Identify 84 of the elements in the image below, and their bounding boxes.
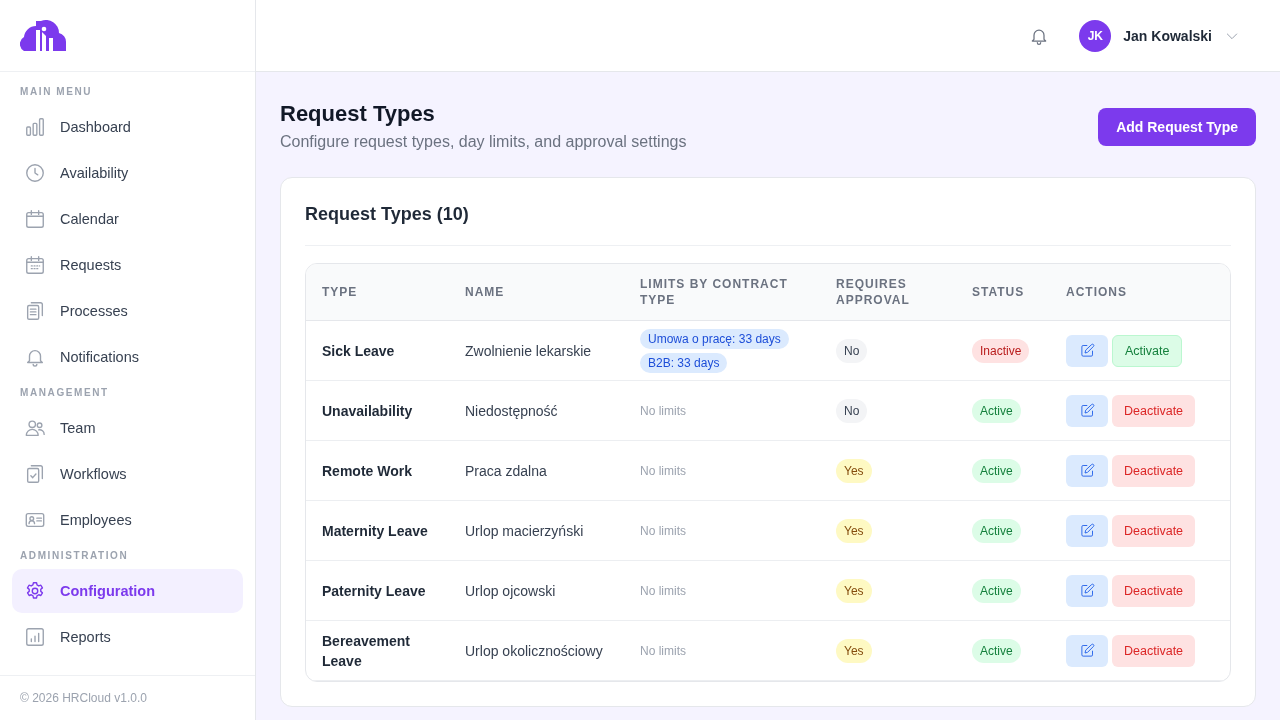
name-cell: Urlop okolicznościowy: [465, 642, 603, 659]
edit-button[interactable]: [1066, 634, 1108, 667]
approval-badge: No: [836, 338, 868, 363]
user-avatar[interactable]: JK: [1079, 19, 1112, 52]
sidebar-item[interactable]: Reports: [12, 615, 243, 659]
section-heading: MAIN MENU: [19, 85, 94, 99]
clock-icon: [24, 162, 46, 184]
gear-icon: [24, 580, 46, 602]
sidebar-item[interactable]: Calendar: [12, 197, 243, 241]
deactivate-button[interactable]: Deactivate: [1112, 574, 1196, 607]
name-cell: Praca zdalna: [465, 462, 547, 479]
page-title: Request Types: [280, 100, 436, 128]
type-cell: Paternity Leave: [322, 582, 426, 599]
sidebar-item[interactable]: Workflows: [12, 452, 243, 496]
name-cell: Urlop macierzyński: [465, 522, 584, 539]
approval-badge: Yes: [836, 638, 872, 663]
name-cell: Niedostępność: [465, 402, 558, 419]
column-header: TYPE: [321, 284, 359, 300]
sidebar-item[interactable]: Requests: [12, 243, 243, 287]
column-header: NAME: [464, 284, 506, 300]
pencil-icon: [1079, 343, 1095, 358]
sidebar-item[interactable]: Team: [12, 406, 243, 450]
type-cell: Maternity Leave: [322, 522, 428, 539]
column-header: STATUS: [971, 284, 1026, 300]
pencil-icon: [1079, 643, 1095, 658]
limit-tag: Umowa o pracę: 33 days: [640, 328, 789, 349]
chart-icon: [24, 626, 46, 648]
column-header: REQUIRES APPROVAL: [835, 276, 911, 308]
sidebar-item[interactable]: Employees: [12, 498, 243, 542]
clipboard-check-icon: [24, 463, 46, 485]
status-badge: Inactive: [972, 338, 1030, 363]
status-badge: Active: [972, 458, 1021, 483]
documents-icon: [24, 300, 46, 322]
limit-tag: B2B: 33 days: [640, 352, 728, 373]
calendar-icon: [24, 208, 46, 230]
pencil-icon: [1079, 583, 1095, 598]
status-badge: Active: [972, 518, 1021, 543]
section-heading: MANAGEMENT: [19, 386, 110, 400]
sidebar-item[interactable]: Processes: [12, 289, 243, 333]
type-cell: Unavailability: [322, 402, 413, 419]
sidebar-item[interactable]: Dashboard: [12, 105, 243, 149]
column-header: LIMITS BY CONTRACT TYPE: [639, 276, 789, 308]
sidebar-item[interactable]: Configuration: [12, 569, 243, 613]
edit-button[interactable]: [1066, 454, 1108, 487]
approval-badge: Yes: [836, 458, 872, 483]
no-limits-text: No limits: [640, 584, 686, 598]
edit-button[interactable]: [1066, 334, 1108, 367]
pencil-icon: [1079, 403, 1095, 418]
deactivate-button[interactable]: Deactivate: [1112, 634, 1196, 667]
bar-chart-icon: [24, 116, 46, 138]
pencil-icon: [1079, 463, 1095, 478]
no-limits-text: No limits: [640, 524, 686, 538]
status-badge: Active: [972, 398, 1021, 423]
user-name[interactable]: Jan Kowalski: [1123, 27, 1212, 44]
edit-button[interactable]: [1066, 394, 1108, 427]
no-limits-text: No limits: [640, 464, 686, 478]
type-cell: Bereavement Leave: [322, 632, 410, 669]
deactivate-button[interactable]: Deactivate: [1112, 454, 1196, 487]
sidebar-item[interactable]: Availability: [12, 151, 243, 195]
deactivate-button[interactable]: Deactivate: [1112, 394, 1196, 427]
activate-button[interactable]: Activate: [1112, 334, 1183, 367]
page-subtitle: Configure request types, day limits, and approval settings: [280, 133, 687, 151]
approval-badge: No: [836, 398, 868, 423]
card-title: Request Types (10): [305, 178, 1231, 246]
sidebar-item[interactable]: Notifications: [12, 335, 243, 379]
deactivate-button[interactable]: Deactivate: [1112, 514, 1196, 547]
status-badge: Active: [972, 578, 1021, 603]
type-cell: Remote Work: [322, 462, 412, 479]
calendar-grid-icon: [24, 254, 46, 276]
edit-button[interactable]: [1066, 574, 1108, 607]
approval-badge: Yes: [836, 518, 872, 543]
no-limits-text: No limits: [640, 644, 686, 658]
section-heading: ADMINISTRATION: [19, 549, 130, 563]
add-request-type-button[interactable]: Add Request Type: [1098, 108, 1256, 146]
name-cell: Zwolnienie lekarskie: [465, 342, 592, 359]
type-cell: Sick Leave: [322, 342, 395, 359]
column-header: ACTIONS: [1065, 284, 1127, 300]
pencil-icon: [1079, 523, 1095, 538]
approval-badge: Yes: [836, 578, 872, 603]
no-limits-text: No limits: [640, 404, 686, 418]
status-badge: Active: [972, 638, 1021, 663]
name-cell: Urlop ojcowski: [465, 582, 556, 599]
people-icon: [24, 417, 46, 439]
edit-button[interactable]: [1066, 514, 1108, 547]
